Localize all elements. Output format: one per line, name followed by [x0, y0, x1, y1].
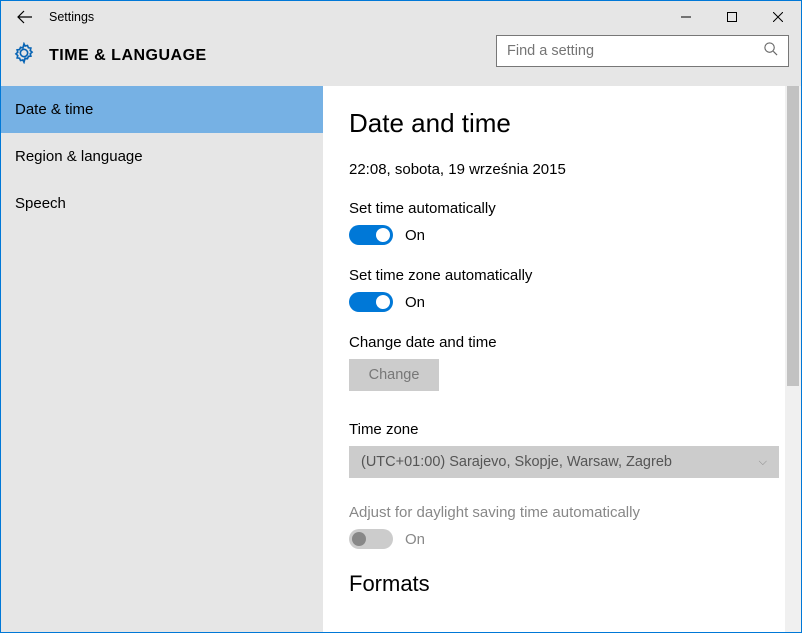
set-time-auto-label: Set time automatically	[349, 200, 779, 217]
maximize-button[interactable]	[709, 1, 755, 33]
dst-toggle	[349, 529, 393, 549]
content-area: Date & time Region & language Speech Dat…	[1, 86, 801, 632]
sidebar: Date & time Region & language Speech	[1, 86, 323, 632]
main-panel: Date and time 22:08, sobota, 19 września…	[323, 86, 801, 632]
set-time-auto-toggle[interactable]	[349, 225, 393, 245]
timezone-value: (UTC+01:00) Sarajevo, Skopje, Warsaw, Za…	[361, 454, 672, 470]
sidebar-item-label: Speech	[15, 195, 66, 212]
current-datetime: 22:08, sobota, 19 września 2015	[349, 161, 779, 178]
set-time-auto-row: On	[349, 225, 779, 245]
window-controls	[663, 1, 801, 33]
header: TIME & LANGUAGE	[1, 33, 801, 86]
set-time-auto-state: On	[405, 227, 425, 244]
change-dt-label: Change date and time	[349, 334, 779, 351]
set-tz-auto-toggle[interactable]	[349, 292, 393, 312]
set-tz-auto-label: Set time zone automatically	[349, 267, 779, 284]
dst-state: On	[405, 531, 425, 548]
change-button-label: Change	[369, 367, 420, 383]
settings-window: Settings TIME & LANGUAGE	[0, 0, 802, 633]
search-icon	[763, 41, 778, 61]
section-title: TIME & LANGUAGE	[49, 47, 207, 65]
sidebar-item-date-time[interactable]: Date & time	[1, 86, 323, 133]
formats-heading: Formats	[349, 571, 779, 597]
toggle-knob	[376, 295, 390, 309]
toggle-knob	[376, 228, 390, 242]
timezone-dropdown: (UTC+01:00) Sarajevo, Skopje, Warsaw, Za…	[349, 446, 779, 478]
dst-label: Adjust for daylight saving time automati…	[349, 504, 779, 521]
back-button[interactable]	[1, 1, 49, 33]
sidebar-item-speech[interactable]: Speech	[1, 180, 323, 227]
search-box[interactable]	[496, 35, 789, 67]
titlebar: Settings	[1, 1, 801, 33]
main-content: Date and time 22:08, sobota, 19 września…	[349, 108, 779, 597]
timezone-label: Time zone	[349, 421, 779, 438]
sidebar-item-region-language[interactable]: Region & language	[1, 133, 323, 180]
page-heading: Date and time	[349, 108, 779, 139]
scrollbar-thumb[interactable]	[787, 86, 799, 386]
window-title: Settings	[49, 10, 94, 24]
set-tz-auto-row: On	[349, 292, 779, 312]
set-tz-auto-state: On	[405, 294, 425, 311]
close-icon	[773, 12, 783, 22]
minimize-icon	[681, 12, 691, 22]
toggle-knob	[352, 532, 366, 546]
search-input[interactable]	[507, 43, 763, 59]
sidebar-item-label: Date & time	[15, 101, 93, 118]
chevron-down-icon: ⌵	[759, 456, 767, 469]
gear-icon	[13, 42, 35, 69]
maximize-icon	[727, 12, 737, 22]
minimize-button[interactable]	[663, 1, 709, 33]
arrow-left-icon	[17, 9, 33, 25]
close-button[interactable]	[755, 1, 801, 33]
change-button: Change	[349, 359, 439, 391]
sidebar-item-label: Region & language	[15, 148, 143, 165]
scrollbar[interactable]	[785, 86, 801, 632]
dst-row: On	[349, 529, 779, 549]
